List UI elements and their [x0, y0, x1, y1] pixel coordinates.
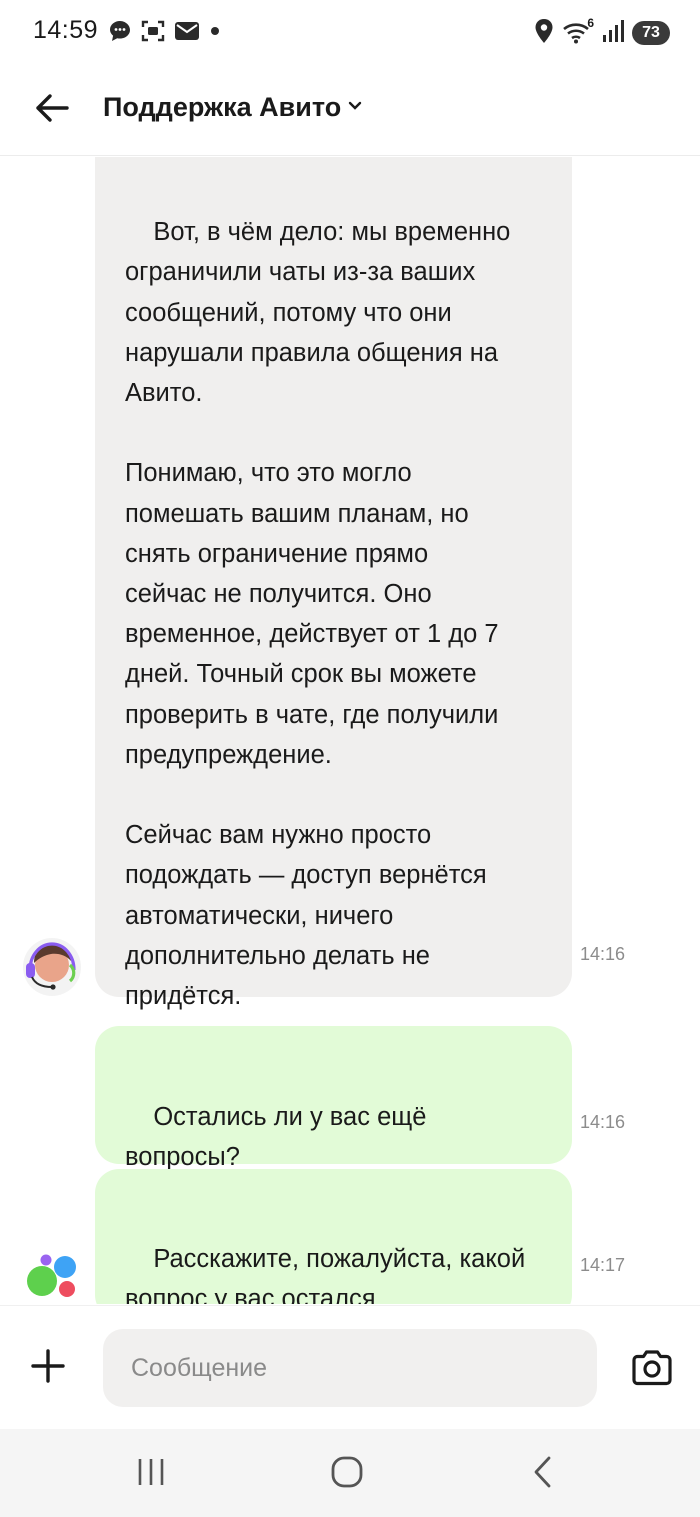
message-input[interactable]: [103, 1329, 597, 1407]
add-attachment-button[interactable]: [26, 1346, 70, 1390]
system-navigation-bar: [0, 1429, 700, 1517]
chat-title-dropdown[interactable]: Поддержка Авито: [103, 92, 363, 123]
message-bubble-outgoing: Расскажите, пожалуйста, какой вопрос у в…: [95, 1169, 572, 1304]
avito-logo-avatar: [22, 1249, 82, 1304]
message-text: Остались ли у вас ещё вопросы?: [125, 1103, 427, 1172]
location-icon: [534, 18, 554, 49]
camera-button[interactable]: [628, 1348, 676, 1392]
message-composer: [0, 1305, 700, 1429]
chat-header: Поддержка Авито: [0, 66, 700, 156]
back-icon: [531, 1455, 555, 1494]
message-bubble-outgoing: Остались ли у вас ещё вопросы?: [95, 1026, 572, 1171]
status-system-icons: 6 73: [534, 16, 670, 49]
message-time: 14:16: [580, 1112, 626, 1132]
arrow-left-icon: [35, 93, 69, 128]
recent-apps-icon: [135, 1457, 167, 1492]
back-button[interactable]: [30, 88, 74, 132]
message-list[interactable]: Вот, в чём дело: мы временно ограничили …: [0, 157, 700, 1304]
message-bubble-incoming: Вот, в чём дело: мы временно ограничили …: [95, 157, 572, 1010]
message-time: 14:16: [580, 944, 626, 964]
plus-icon: [31, 1348, 65, 1388]
camera-icon: [630, 1349, 674, 1392]
battery-indicator: 73: [632, 21, 670, 45]
chat-title: Поддержка Авито: [103, 92, 342, 122]
messages-icon: [108, 19, 132, 48]
message-text: Вот, в чём дело: мы временно ограничили …: [125, 218, 511, 1011]
message-time: 14:17: [580, 1255, 626, 1275]
status-notification-icons: [108, 20, 222, 46]
screenshot-icon: [140, 19, 166, 48]
status-time: 14:59: [33, 16, 99, 44]
recent-apps-button[interactable]: [126, 1449, 176, 1499]
home-button[interactable]: [322, 1449, 372, 1499]
wifi-icon: 6: [562, 16, 594, 46]
wifi-badge: 6: [587, 16, 594, 30]
dot-icon: [208, 24, 222, 43]
nav-back-button[interactable]: [518, 1449, 568, 1499]
message-text: Расскажите, пожалуйста, какой вопрос у в…: [125, 1245, 526, 1304]
chevron-down-icon: [347, 99, 363, 117]
signal-icon: [602, 19, 624, 48]
status-bar: 14:59 6 73: [0, 0, 700, 66]
support-agent-avatar: [22, 937, 82, 997]
home-icon: [330, 1455, 364, 1494]
mail-icon: [174, 20, 200, 47]
